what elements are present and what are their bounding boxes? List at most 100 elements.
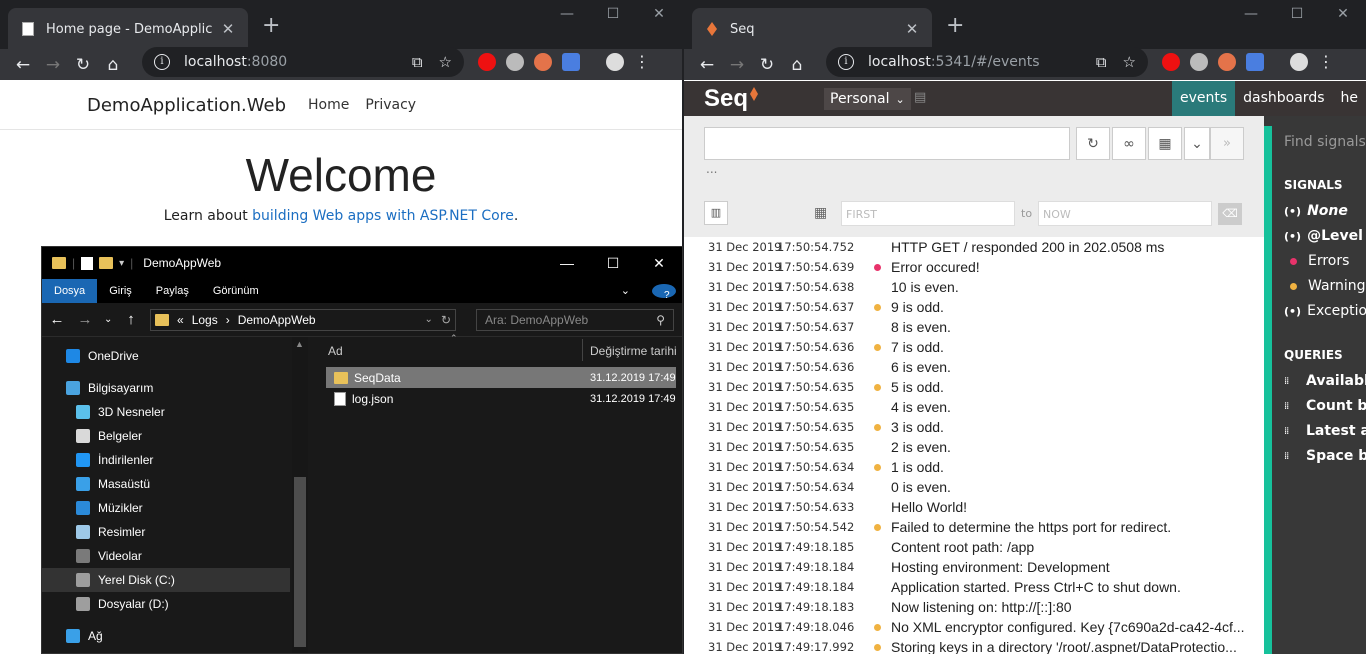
grid-icon[interactable]: ▦	[1148, 127, 1182, 160]
tab-events[interactable]: events	[1171, 81, 1236, 116]
breadcrumb-logs[interactable]: Logs	[192, 313, 218, 327]
forward-arrow-icon[interactable]: →	[38, 55, 68, 75]
extension-icon[interactable]	[1218, 52, 1236, 71]
close-window-icon[interactable]: ✕	[636, 255, 682, 272]
info-icon[interactable]: i	[838, 54, 854, 70]
file-row[interactable]: SeqData 31.12.2019 17:49	[326, 367, 676, 388]
ribbon-tab-file[interactable]: Dosya	[42, 279, 98, 303]
signal-search[interactable]: Find signals a	[1284, 134, 1366, 150]
site-brand[interactable]: DemoApplication.Web	[87, 95, 286, 116]
maximize-icon[interactable]: ☐	[1274, 6, 1320, 22]
home-icon[interactable]: ⌂	[782, 55, 812, 75]
forward-arrow-icon[interactable]: →	[76, 311, 94, 328]
new-folder-icon[interactable]	[99, 257, 114, 269]
maximize-icon[interactable]: ☐	[590, 6, 636, 22]
properties-icon[interactable]	[81, 256, 94, 270]
signal-item[interactable]: (•) Exception	[1284, 303, 1366, 319]
home-icon[interactable]: ⌂	[98, 55, 128, 75]
nav-item[interactable]: Müzikler	[42, 496, 290, 520]
query-item[interactable]: ⁞⁞ Latest as	[1284, 423, 1366, 439]
extension-icon[interactable]	[1190, 52, 1208, 71]
back-arrow-icon[interactable]: ←	[692, 55, 722, 75]
ribbon-tab-view[interactable]: Görünüm	[201, 279, 271, 303]
extension-icon[interactable]	[534, 52, 552, 71]
query-item[interactable]: ⁞⁞ Available	[1284, 373, 1366, 389]
avatar[interactable]	[1290, 52, 1308, 71]
recent-dropdown-icon[interactable]: ⌄	[104, 314, 112, 325]
workspace-selector[interactable]: Personal ⌄	[824, 88, 911, 110]
event-row[interactable]: 31 Dec 2019 17:50:54.635 2 is even.	[684, 437, 1264, 457]
nav-item[interactable]: İndirilenler	[42, 448, 290, 472]
expand-icon[interactable]: »	[1210, 127, 1244, 160]
minimize-icon[interactable]: —	[544, 255, 590, 272]
seq-logo[interactable]: Seq	[704, 85, 748, 113]
refresh-icon[interactable]: ↻	[441, 313, 451, 327]
query-item[interactable]: ⁞⁞ Space by	[1284, 448, 1366, 464]
clear-range-icon[interactable]: ⌫	[1218, 203, 1242, 225]
star-icon[interactable]: ☆	[1123, 53, 1136, 71]
ribbon-tab-home[interactable]: Giriş	[97, 279, 144, 303]
menu-icon[interactable]: ⋮	[634, 52, 650, 71]
address-bar[interactable]: i localhost:8080 ⧉ ☆	[142, 47, 464, 77]
nav-item[interactable]: Resimler	[42, 520, 290, 544]
browser-tab[interactable]: Seq ✕	[692, 8, 932, 50]
event-row[interactable]: 31 Dec 2019 17:50:54.634 1 is odd.	[684, 457, 1264, 477]
avatar[interactable]	[606, 52, 624, 71]
translate-extension-icon[interactable]	[1246, 52, 1264, 71]
range-from-input[interactable]: FIRST	[841, 201, 1015, 226]
maximize-icon[interactable]: ☐	[590, 255, 636, 272]
address-bar[interactable]: i localhost:5341/#/events ⧉ ☆	[826, 47, 1148, 77]
event-row[interactable]: 31 Dec 2019 17:49:18.184 Hosting environme…	[684, 557, 1264, 577]
event-row[interactable]: 31 Dec 2019 17:50:54.637 9 is odd.	[684, 297, 1264, 317]
signal-item[interactable]: Errors	[1284, 253, 1349, 269]
filter-input[interactable]	[704, 127, 1070, 160]
event-row[interactable]: 31 Dec 2019 17:50:54.542 Failed to determi…	[684, 517, 1264, 537]
event-row[interactable]: 31 Dec 2019 17:50:54.635 3 is odd.	[684, 417, 1264, 437]
nav-item[interactable]: Yerel Disk (C:)	[42, 568, 290, 592]
signal-item[interactable]: (•) None	[1284, 203, 1348, 219]
nav-item[interactable]: Belgeler	[42, 424, 290, 448]
tab-dashboards[interactable]: dashboards	[1235, 81, 1332, 116]
close-icon[interactable]: ✕	[904, 20, 920, 38]
event-row[interactable]: 31 Dec 2019 17:49:17.992 Storing keys in a…	[684, 637, 1264, 654]
breadcrumb-overflow[interactable]: «	[177, 313, 184, 327]
minimize-icon[interactable]: —	[544, 6, 590, 22]
new-tab-icon[interactable]: +	[262, 15, 280, 37]
back-arrow-icon[interactable]: ←	[8, 55, 38, 75]
minimize-icon[interactable]: —	[1228, 6, 1274, 22]
star-icon[interactable]: ☆	[439, 53, 452, 71]
translate-extension-icon[interactable]	[562, 52, 580, 71]
translate-icon[interactable]: ⧉	[1096, 53, 1107, 71]
event-row[interactable]: 31 Dec 2019 17:50:54.752 HTTP GET / respon…	[684, 237, 1264, 257]
event-row[interactable]: 31 Dec 2019 17:50:54.636 7 is odd.	[684, 337, 1264, 357]
extension-icon[interactable]	[506, 52, 524, 71]
nav-home[interactable]: Home	[308, 97, 349, 113]
refresh-icon[interactable]: ↻	[1076, 127, 1110, 160]
event-row[interactable]: 31 Dec 2019 17:50:54.636 6 is even.	[684, 357, 1264, 377]
column-name[interactable]: Ad	[328, 344, 343, 358]
chevron-down-icon[interactable]: ⌄	[1184, 127, 1210, 160]
event-row[interactable]: 31 Dec 2019 17:49:18.183 Now listening on:…	[684, 597, 1264, 617]
nav-item[interactable]: Bilgisayarım	[42, 376, 290, 400]
signal-item[interactable]: (•) @Level	[1284, 228, 1363, 244]
ribbon-tab-share[interactable]: Paylaş	[144, 279, 201, 303]
nav-item[interactable]: Masaüstü	[42, 472, 290, 496]
forward-arrow-icon[interactable]: →	[722, 55, 752, 75]
close-window-icon[interactable]: ✕	[636, 6, 682, 22]
event-row[interactable]: 31 Dec 2019 17:50:54.638 10 is even.	[684, 277, 1264, 297]
tab-help[interactable]: he	[1333, 81, 1366, 116]
chevron-down-icon[interactable]: ⌄	[425, 314, 433, 325]
nav-item[interactable]: Videolar	[42, 544, 290, 568]
scroll-thumb[interactable]	[294, 477, 306, 647]
nav-item[interactable]: OneDrive	[42, 344, 290, 368]
back-arrow-icon[interactable]: ←	[48, 311, 66, 328]
file-row[interactable]: log.json 31.12.2019 17:49	[326, 388, 676, 409]
calendar-icon[interactable]: ▦	[814, 205, 827, 221]
new-tab-icon[interactable]: +	[946, 15, 964, 37]
event-row[interactable]: 31 Dec 2019 17:49:18.185 Content root path…	[684, 537, 1264, 557]
customize-icon[interactable]: ▾	[119, 258, 124, 269]
column-date[interactable]: Değiştirme tarihi	[590, 344, 677, 358]
nav-item[interactable]: 3D Nesneler	[42, 400, 290, 424]
event-row[interactable]: 31 Dec 2019 17:50:54.637 8 is even.	[684, 317, 1264, 337]
event-row[interactable]: 31 Dec 2019 17:49:18.184 Application start…	[684, 577, 1264, 597]
